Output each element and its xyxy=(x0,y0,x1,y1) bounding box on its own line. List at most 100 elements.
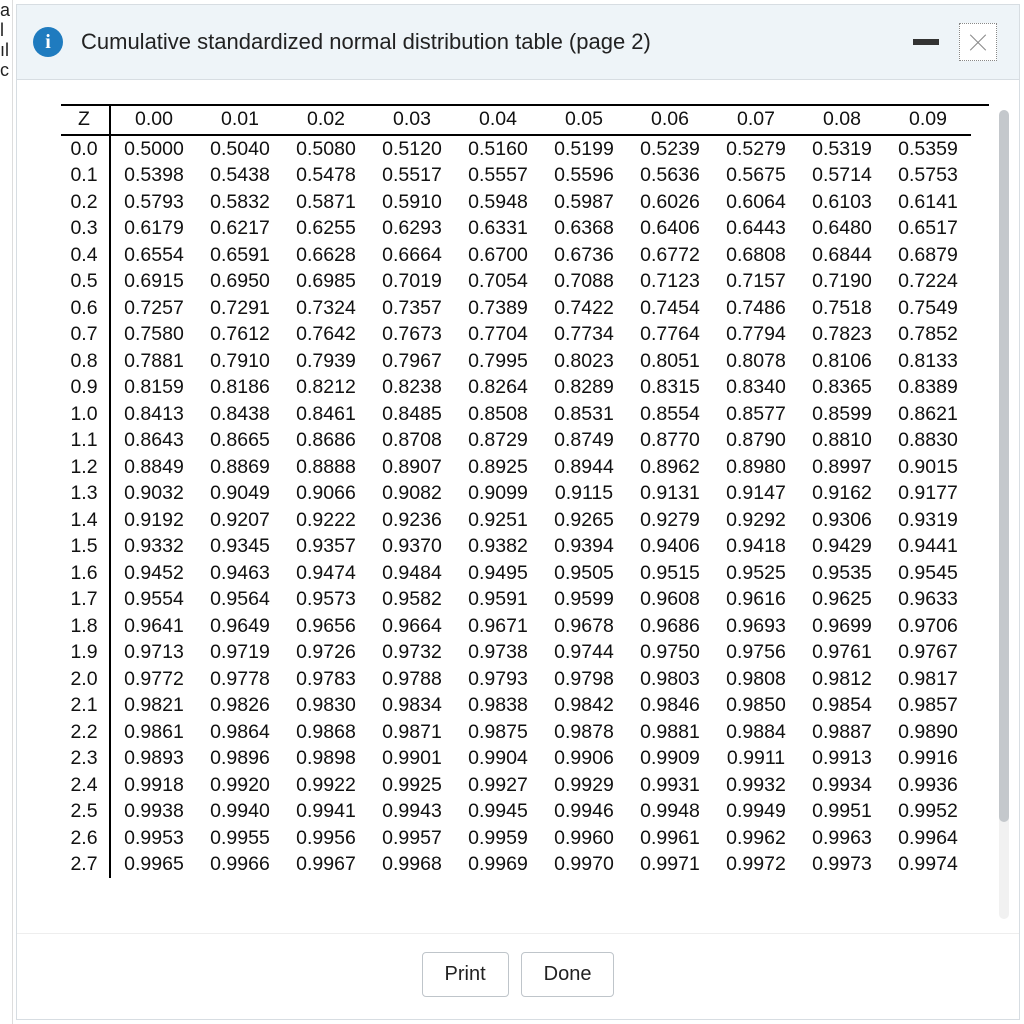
table-cell: 0.9927 xyxy=(455,772,541,799)
table-cell: 0.7764 xyxy=(627,322,713,349)
table-cell: 0.5040 xyxy=(197,135,283,163)
table-row: 2.60.99530.99550.99560.99570.99590.99600… xyxy=(61,825,971,852)
table-cell: 0.9834 xyxy=(369,693,455,720)
close-button[interactable] xyxy=(959,23,997,61)
table-cell: 0.6808 xyxy=(713,242,799,269)
table-cell: 0.9649 xyxy=(197,613,283,640)
table-cell: 0.7389 xyxy=(455,295,541,322)
z-row-label: 0.5 xyxy=(61,269,110,296)
table-cell: 0.7019 xyxy=(369,269,455,296)
vertical-scrollbar-thumb[interactable] xyxy=(999,110,1009,822)
table-cell: 0.6217 xyxy=(197,216,283,243)
dialog-title: Cumulative standardized normal distribut… xyxy=(81,29,913,55)
z-row-label: 1.4 xyxy=(61,507,110,534)
table-cell: 0.9890 xyxy=(885,719,971,746)
table-cell: 0.6103 xyxy=(799,189,885,216)
table-cell: 0.7939 xyxy=(283,348,369,375)
table-cell: 0.9015 xyxy=(885,454,971,481)
table-cell: 0.9970 xyxy=(541,852,627,879)
table-cell: 0.7580 xyxy=(110,322,197,349)
table-cell: 0.7642 xyxy=(283,322,369,349)
table-row: 1.40.91920.92070.92220.92360.92510.92650… xyxy=(61,507,971,534)
table-cell: 0.7549 xyxy=(885,295,971,322)
column-header: 0.05 xyxy=(541,106,627,135)
table-cell: 0.5199 xyxy=(541,135,627,163)
table-cell: 0.9974 xyxy=(885,852,971,879)
table-cell: 0.9969 xyxy=(455,852,541,879)
table-cell: 0.7823 xyxy=(799,322,885,349)
minimize-button[interactable] xyxy=(913,39,939,45)
table-cell: 0.9032 xyxy=(110,481,197,508)
table-cell: 0.9744 xyxy=(541,640,627,667)
table-cell: 0.5987 xyxy=(541,189,627,216)
table-scroll-viewport[interactable]: Z0.000.010.020.030.040.050.060.070.080.0… xyxy=(61,104,989,929)
table-cell: 0.9893 xyxy=(110,746,197,773)
table-cell: 0.9949 xyxy=(713,799,799,826)
table-row: 1.90.97130.97190.97260.97320.97380.97440… xyxy=(61,640,971,667)
table-cell: 0.8051 xyxy=(627,348,713,375)
table-row: 2.20.98610.98640.98680.98710.98750.98780… xyxy=(61,719,971,746)
table-cell: 0.9292 xyxy=(713,507,799,534)
table-cell: 0.8485 xyxy=(369,401,455,428)
done-button[interactable]: Done xyxy=(521,952,615,997)
table-cell: 0.7324 xyxy=(283,295,369,322)
table-cell: 0.9608 xyxy=(627,587,713,614)
table-cell: 0.9887 xyxy=(799,719,885,746)
table-cell: 0.6064 xyxy=(713,189,799,216)
z-row-label: 2.4 xyxy=(61,772,110,799)
table-cell: 0.8186 xyxy=(197,375,283,402)
table-cell: 0.9545 xyxy=(885,560,971,587)
table-cell: 0.9861 xyxy=(110,719,197,746)
table-cell: 0.8770 xyxy=(627,428,713,455)
table-cell: 0.9554 xyxy=(110,587,197,614)
table-cell: 0.7704 xyxy=(455,322,541,349)
table-cell: 0.6026 xyxy=(627,189,713,216)
table-cell: 0.9441 xyxy=(885,534,971,561)
table-cell: 0.9898 xyxy=(283,746,369,773)
table-cell: 0.7995 xyxy=(455,348,541,375)
table-cell: 0.6879 xyxy=(885,242,971,269)
background-left-strip: alılc xyxy=(0,0,13,1024)
table-cell: 0.9955 xyxy=(197,825,283,852)
table-cell: 0.9966 xyxy=(197,852,283,879)
table-cell: 0.6950 xyxy=(197,269,283,296)
table-cell: 0.9956 xyxy=(283,825,369,852)
table-cell: 0.8962 xyxy=(627,454,713,481)
table-cell: 0.6915 xyxy=(110,269,197,296)
vertical-scrollbar-track[interactable] xyxy=(999,110,1009,919)
table-cell: 0.8340 xyxy=(713,375,799,402)
table-cell: 0.5793 xyxy=(110,189,197,216)
table-cell: 0.6141 xyxy=(885,189,971,216)
table-cell: 0.9719 xyxy=(197,640,283,667)
table-cell: 0.6179 xyxy=(110,216,197,243)
z-column-header: Z xyxy=(61,106,110,135)
table-row: 1.60.94520.94630.94740.94840.94950.95050… xyxy=(61,560,971,587)
table-cell: 0.7422 xyxy=(541,295,627,322)
table-cell: 0.6554 xyxy=(110,242,197,269)
table-cell: 0.9406 xyxy=(627,534,713,561)
table-cell: 0.9693 xyxy=(713,613,799,640)
z-row-label: 1.6 xyxy=(61,560,110,587)
table-cell: 0.6844 xyxy=(799,242,885,269)
table-cell: 0.9934 xyxy=(799,772,885,799)
table-cell: 0.8212 xyxy=(283,375,369,402)
table-cell: 0.9756 xyxy=(713,640,799,667)
table-cell: 0.5478 xyxy=(283,163,369,190)
table-cell: 0.6985 xyxy=(283,269,369,296)
print-button[interactable]: Print xyxy=(422,952,509,997)
table-cell: 0.7291 xyxy=(197,295,283,322)
table-cell: 0.8078 xyxy=(713,348,799,375)
table-cell: 0.5753 xyxy=(885,163,971,190)
table-cell: 0.9943 xyxy=(369,799,455,826)
table-cell: 0.8315 xyxy=(627,375,713,402)
table-cell: 0.6368 xyxy=(541,216,627,243)
z-row-label: 1.5 xyxy=(61,534,110,561)
table-cell: 0.9940 xyxy=(197,799,283,826)
table-cell: 0.9463 xyxy=(197,560,283,587)
table-cell: 0.9952 xyxy=(885,799,971,826)
table-cell: 0.7734 xyxy=(541,322,627,349)
table-cell: 0.9474 xyxy=(283,560,369,587)
table-cell: 0.9830 xyxy=(283,693,369,720)
table-cell: 0.9960 xyxy=(541,825,627,852)
table-cell: 0.6772 xyxy=(627,242,713,269)
